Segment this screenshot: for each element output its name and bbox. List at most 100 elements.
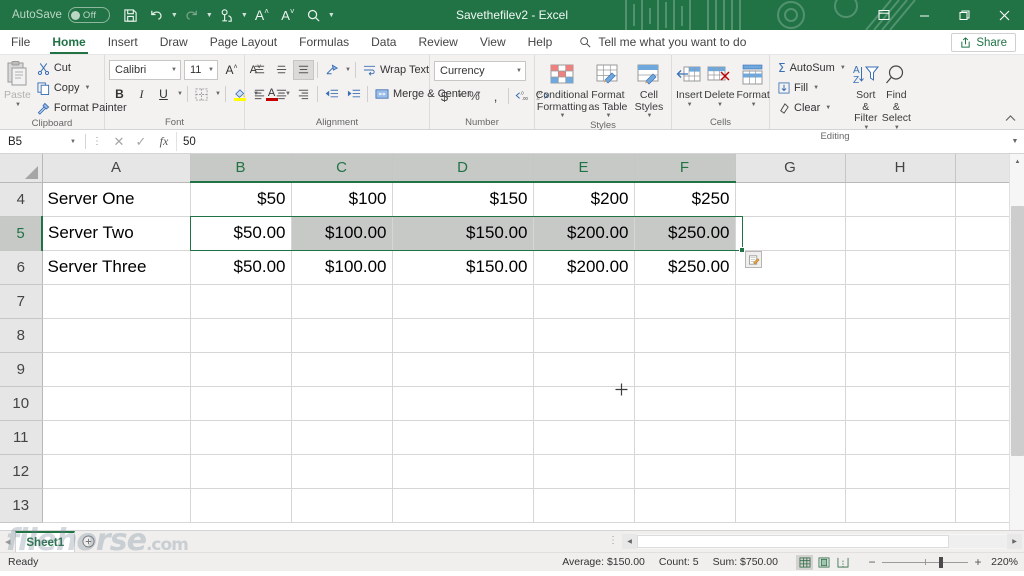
sheet-bar-splitter[interactable]: ⋮ — [608, 535, 618, 546]
tell-me-search[interactable]: Tell me what you want to do — [579, 30, 746, 54]
cell-A5[interactable]: Server Two — [42, 216, 190, 250]
tab-view[interactable]: View — [469, 30, 517, 54]
cell-D11[interactable] — [392, 420, 533, 454]
cell-F9[interactable] — [634, 352, 735, 386]
insert-function-icon[interactable]: fx — [152, 134, 176, 149]
cell-B6[interactable]: $50.00 — [190, 250, 291, 284]
cell-C10[interactable] — [291, 386, 392, 420]
search-icon[interactable] — [301, 3, 327, 27]
insert-cells-caret[interactable]: ▼ — [687, 102, 693, 109]
zoom-level-label[interactable]: 220% — [988, 556, 1018, 568]
tab-help[interactable]: Help — [517, 30, 564, 54]
page-layout-view-icon[interactable] — [815, 555, 832, 570]
page-break-preview-icon[interactable] — [834, 555, 851, 570]
cell-C8[interactable] — [291, 318, 392, 352]
conditional-formatting-caret[interactable]: ▼ — [560, 113, 566, 120]
cell-E6[interactable]: $200.00 — [533, 250, 634, 284]
align-top-button[interactable] — [249, 60, 270, 80]
cell-A10[interactable] — [42, 386, 190, 420]
ribbon-display-options-icon[interactable] — [864, 0, 904, 30]
cell-E8[interactable] — [533, 318, 634, 352]
tab-review[interactable]: Review — [407, 30, 468, 54]
cell-F6[interactable]: $250.00 — [634, 250, 735, 284]
cell-I9[interactable] — [955, 352, 1010, 386]
touch-mode-dropdown-caret[interactable]: ▼ — [240, 3, 249, 27]
format-as-table-caret[interactable]: ▼ — [605, 113, 611, 120]
col-header-G[interactable]: G — [735, 154, 845, 182]
font-name-caret[interactable]: ▼ — [167, 67, 177, 73]
cell-E5[interactable]: $200.00 — [533, 216, 634, 250]
cell-B7[interactable] — [190, 284, 291, 318]
cell-H10[interactable] — [845, 386, 955, 420]
cell-D12[interactable] — [392, 454, 533, 488]
cell-C5[interactable]: $100.00 — [291, 216, 392, 250]
cell-E9[interactable] — [533, 352, 634, 386]
cell-C12[interactable] — [291, 454, 392, 488]
tab-insert[interactable]: Insert — [97, 30, 149, 54]
cell-G13[interactable] — [735, 488, 845, 522]
cell-E11[interactable] — [533, 420, 634, 454]
cell-F7[interactable] — [634, 284, 735, 318]
sort-filter-button[interactable]: A Z Sort & Filter ▼ — [852, 58, 880, 131]
cell-F13[interactable] — [634, 488, 735, 522]
find-select-button[interactable]: Find & Select ▼ — [882, 58, 911, 131]
cell-B10[interactable] — [190, 386, 291, 420]
col-header-partial[interactable] — [955, 154, 1010, 182]
cell-F4[interactable]: $250 — [634, 182, 735, 216]
cell-A8[interactable] — [42, 318, 190, 352]
cell-F8[interactable] — [634, 318, 735, 352]
decrease-font-icon[interactable]: A˅ — [275, 3, 301, 27]
name-box[interactable]: B5 ▼ — [3, 132, 81, 151]
zoom-in-button[interactable]: + — [973, 555, 983, 569]
undo-icon[interactable] — [144, 3, 170, 27]
cell-G11[interactable] — [735, 420, 845, 454]
increase-font-size-button[interactable]: A˄ — [221, 60, 242, 80]
cell-B13[interactable] — [190, 488, 291, 522]
status-count[interactable]: Count: 5 — [659, 556, 699, 568]
tab-data[interactable]: Data — [360, 30, 407, 54]
conditional-formatting-button[interactable]: Conditional Formatting ▼ — [539, 58, 585, 120]
cell-D6[interactable]: $150.00 — [392, 250, 533, 284]
share-button[interactable]: Share — [951, 33, 1016, 52]
cell-F12[interactable] — [634, 454, 735, 488]
font-size-caret[interactable]: ▼ — [204, 67, 214, 73]
cell-D10[interactable] — [392, 386, 533, 420]
formula-bar-grip[interactable]: ⋮ — [92, 136, 102, 147]
cell-I8[interactable] — [955, 318, 1010, 352]
tab-formulas[interactable]: Formulas — [288, 30, 360, 54]
cell-C13[interactable] — [291, 488, 392, 522]
touch-mode-icon[interactable] — [214, 3, 240, 27]
clear-button[interactable]: Clear ▼ — [774, 98, 850, 118]
worksheet-grid[interactable]: A B C D E F G H 4 Server One $50 $100 — [0, 154, 1024, 530]
cell-F10[interactable] — [634, 386, 735, 420]
cell-styles-button[interactable]: Cell Styles ▼ — [631, 58, 667, 120]
qat-more-caret[interactable]: ▼ — [327, 3, 336, 27]
row-header-11[interactable]: 11 — [0, 420, 42, 454]
cell-G8[interactable] — [735, 318, 845, 352]
normal-view-icon[interactable] — [796, 555, 813, 570]
scroll-up-icon[interactable]: ▲ — [1010, 154, 1024, 169]
autosave-switch[interactable]: Off — [68, 7, 110, 23]
cell-G7[interactable] — [735, 284, 845, 318]
cell-H5[interactable] — [845, 216, 955, 250]
cell-C4[interactable]: $100 — [291, 182, 392, 216]
borders-button[interactable] — [191, 84, 212, 104]
col-header-C[interactable]: C — [291, 154, 392, 182]
autosum-caret[interactable]: ▼ — [840, 65, 846, 71]
accounting-format-button[interactable]: $ — [434, 86, 455, 106]
cell-C11[interactable] — [291, 420, 392, 454]
minimize-icon[interactable] — [904, 0, 944, 30]
row-header-9[interactable]: 9 — [0, 352, 42, 386]
cell-D5[interactable]: $150.00 — [392, 216, 533, 250]
font-name-combo[interactable]: Calibri ▼ — [109, 60, 181, 80]
row-header-6[interactable]: 6 — [0, 250, 42, 284]
align-left-button[interactable] — [249, 84, 270, 104]
cell-A6[interactable]: Server Three — [42, 250, 190, 284]
paste-options-icon[interactable] — [745, 251, 762, 268]
cell-H4[interactable] — [845, 182, 955, 216]
cell-I4[interactable] — [955, 182, 1010, 216]
italic-button[interactable]: I — [131, 84, 152, 104]
cell-A12[interactable] — [42, 454, 190, 488]
align-center-button[interactable] — [271, 84, 292, 104]
vertical-scrollbar[interactable]: ▲ — [1009, 154, 1024, 530]
